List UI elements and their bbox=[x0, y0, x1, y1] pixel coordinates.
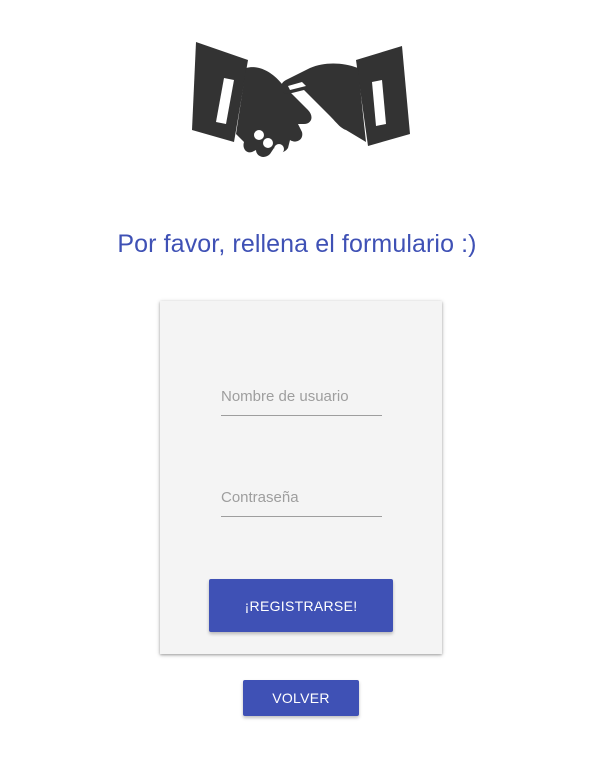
password-field[interactable] bbox=[221, 482, 382, 517]
password-input[interactable] bbox=[221, 482, 382, 512]
register-page: Por favor, rellena el formulario :) ¡REG… bbox=[0, 0, 594, 783]
handshake-icon bbox=[190, 38, 414, 166]
register-button[interactable]: ¡REGISTRARSE! bbox=[209, 579, 393, 632]
username-field[interactable] bbox=[221, 381, 382, 416]
back-button[interactable]: VOLVER bbox=[243, 680, 359, 716]
username-input[interactable] bbox=[221, 381, 382, 411]
register-form: ¡REGISTRARSE! bbox=[160, 301, 442, 654]
page-title: Por favor, rellena el formulario :) bbox=[117, 230, 477, 258]
